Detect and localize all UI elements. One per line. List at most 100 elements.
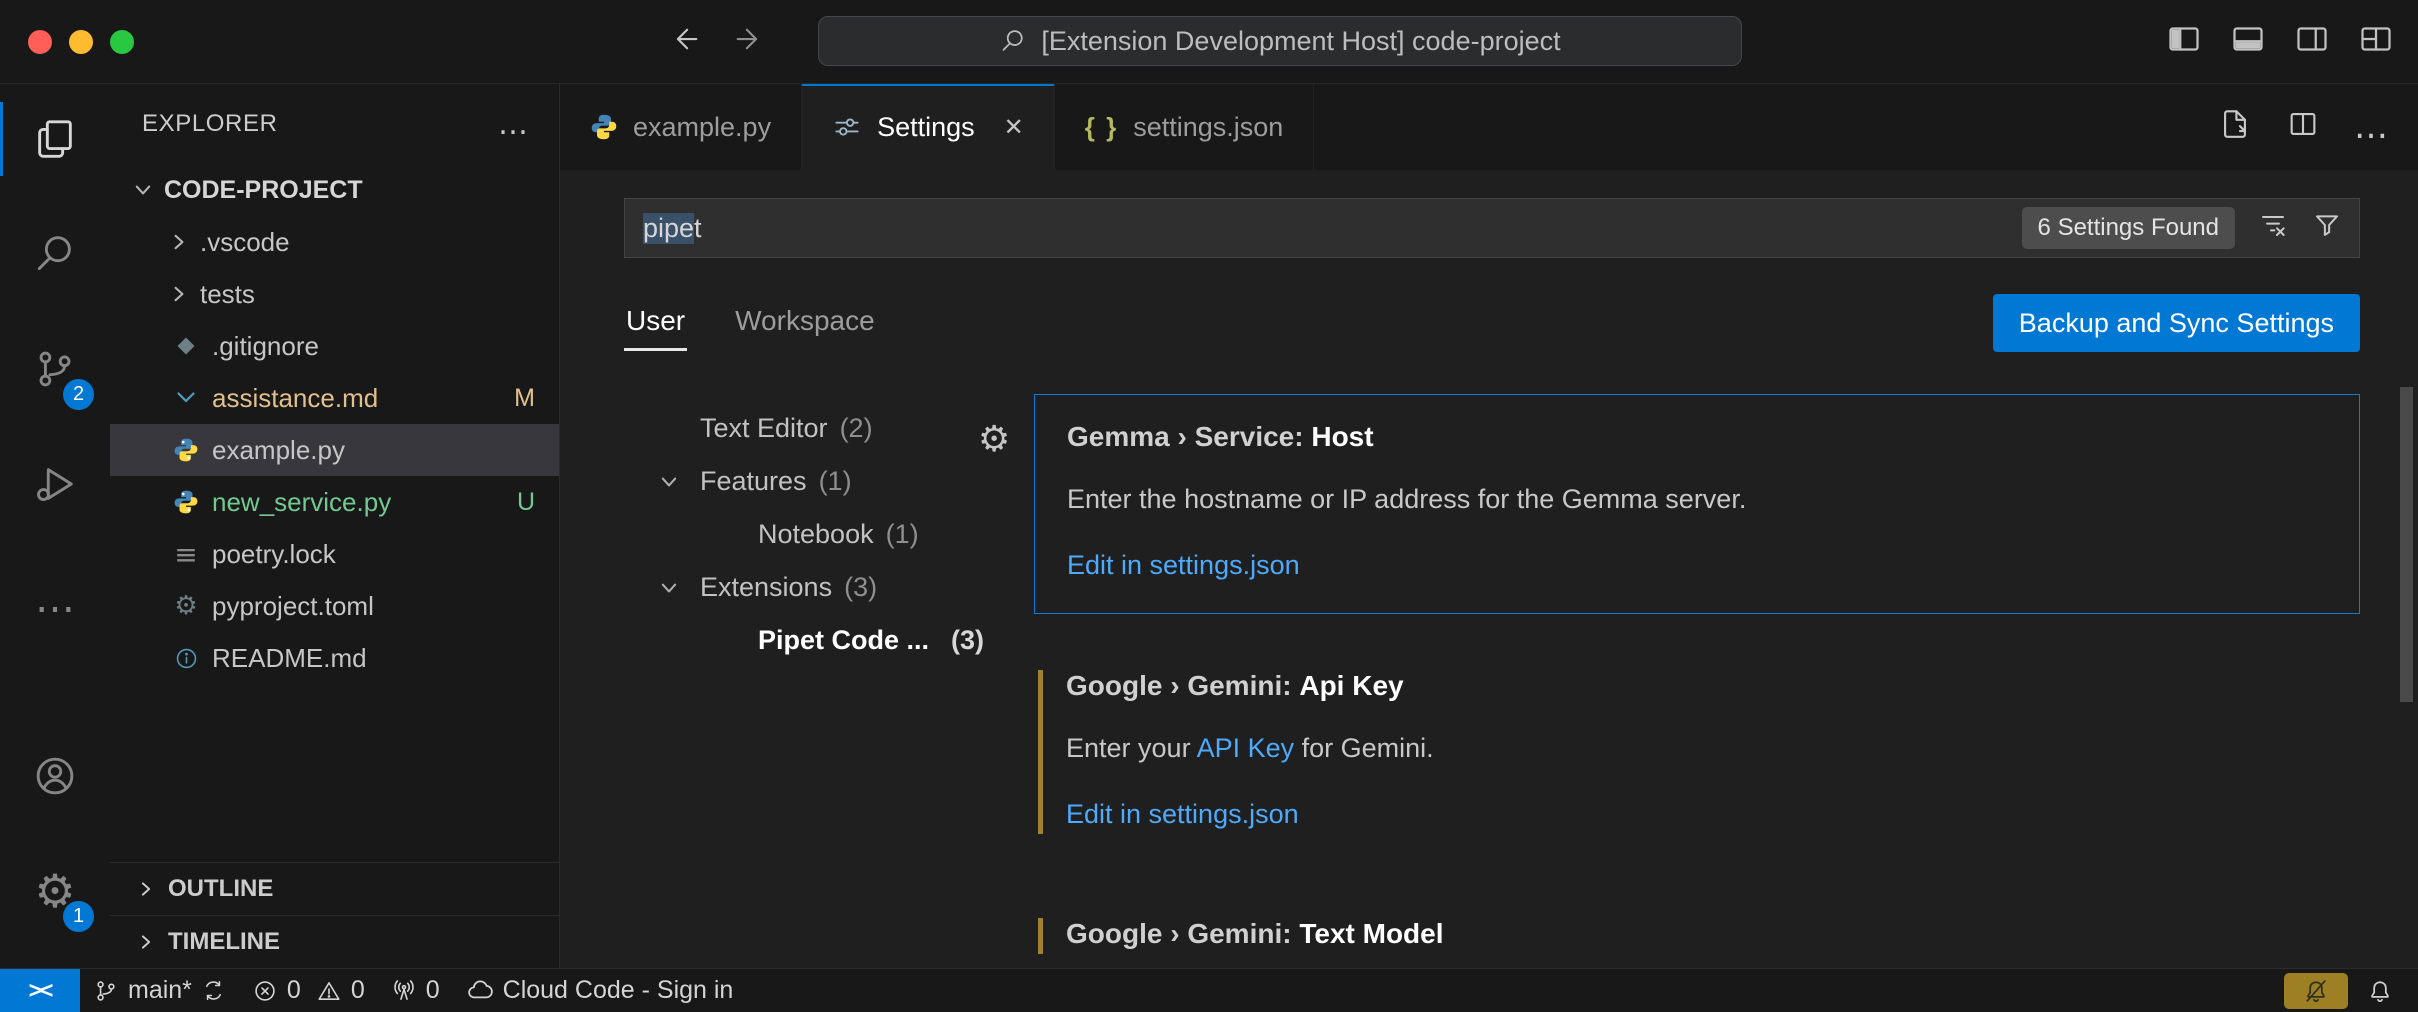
tree-item-poetry-lock[interactable]: ≡ poetry.lock xyxy=(110,528,559,580)
chevron-down-icon xyxy=(658,577,680,599)
command-center[interactable]: [Extension Development Host] code-projec… xyxy=(818,16,1742,66)
tab-example-py[interactable]: example.py xyxy=(560,84,802,170)
chevron-right-icon xyxy=(168,231,190,253)
tab-settings-json[interactable]: { } settings.json xyxy=(1055,84,1315,170)
git-diamond-icon xyxy=(174,334,198,358)
toc-label: Extensions xyxy=(700,572,832,603)
git-file-icon xyxy=(172,334,200,358)
config-gear-icon: ⚙ xyxy=(172,591,200,621)
edit-in-settings-json-link[interactable]: Edit in settings.json xyxy=(1067,550,1300,580)
filter-button[interactable] xyxy=(2311,209,2343,248)
settings-scope-tabs: User Workspace Backup and Sync Settings xyxy=(624,292,2360,354)
edit-in-settings-json-link[interactable]: Edit in settings.json xyxy=(1066,799,1299,829)
tree-item-assistance-md[interactable]: assistance.md M xyxy=(110,372,559,424)
timeline-section-header[interactable]: TIMELINE xyxy=(110,915,559,968)
setting-link-row: Edit in settings.json xyxy=(1066,796,2328,832)
toc-label: Features xyxy=(700,466,807,497)
tree-item-new-service-py[interactable]: new_service.py U xyxy=(110,476,559,528)
ports-button[interactable]: 0 xyxy=(378,969,453,1012)
api-key-link[interactable]: API Key xyxy=(1197,733,1295,763)
toggle-secondary-sidebar-button[interactable] xyxy=(2294,21,2330,64)
tree-item-label: CODE-PROJECT xyxy=(164,176,363,205)
error-icon xyxy=(252,978,278,1004)
errors-count: 0 xyxy=(287,976,301,1005)
activity-bar-item-accounts[interactable] xyxy=(0,721,110,831)
zoom-window-button[interactable] xyxy=(110,30,134,54)
tree-item-vscode[interactable]: .vscode xyxy=(110,216,559,268)
backup-sync-settings-button[interactable]: Backup and Sync Settings xyxy=(1993,294,2360,352)
activity-bar-item-more[interactable]: … xyxy=(0,544,110,654)
toc-item-notebook[interactable]: Notebook (1) xyxy=(624,508,1024,561)
editor-actions: … xyxy=(2218,84,2418,170)
toc-count: (1) xyxy=(819,466,852,497)
git-status-badge: M xyxy=(514,384,535,413)
branch-label: main* xyxy=(128,976,192,1005)
run-debug-icon xyxy=(32,461,78,507)
toc-item-extensions[interactable]: Extensions (3) xyxy=(624,561,1024,614)
toc-item-features[interactable]: Features (1) xyxy=(624,455,1024,508)
close-tab-icon[interactable]: ✕ xyxy=(1004,113,1024,141)
tree-item-gitignore[interactable]: .gitignore xyxy=(110,320,559,372)
setting-item-gemini-text-model[interactable]: Google › Gemini: Text Model xyxy=(1034,892,2360,968)
tree-item-example-py[interactable]: example.py xyxy=(110,424,559,476)
setting-item-gemma-service-host[interactable]: Gemma › Service: Host Enter the hostname… xyxy=(1034,394,2360,614)
timeline-section-label: TIMELINE xyxy=(168,928,280,956)
problems-button[interactable]: 0 0 xyxy=(239,969,378,1012)
tree-item-label: assistance.md xyxy=(212,383,378,414)
scope-tab-workspace[interactable]: Workspace xyxy=(733,295,877,351)
tab-label: example.py xyxy=(633,112,771,143)
explorer-actions-button[interactable]: … xyxy=(498,107,529,142)
description-text: Enter your xyxy=(1066,733,1197,763)
more-views-icon: … xyxy=(35,591,75,607)
scope-tab-user[interactable]: User xyxy=(624,295,687,351)
arrow-left-icon xyxy=(668,22,702,56)
bell-icon xyxy=(2366,977,2394,1005)
back-button[interactable] xyxy=(668,22,702,63)
split-editor-button[interactable] xyxy=(2286,107,2320,148)
tab-settings[interactable]: Settings ✕ xyxy=(802,84,1055,170)
customize-layout-button[interactable] xyxy=(2358,21,2394,64)
json-braces-icon: { } xyxy=(1085,112,1118,143)
notifications-bell-button[interactable] xyxy=(2366,977,2394,1005)
tree-item-pyproject-toml[interactable]: ⚙ pyproject.toml xyxy=(110,580,559,632)
scrollbar-thumb[interactable] xyxy=(2400,387,2413,702)
toggle-panel-button[interactable] xyxy=(2230,21,2266,64)
cloud-code-button[interactable]: Cloud Code - Sign in xyxy=(453,969,747,1012)
setting-edit-gear-button[interactable]: ⚙ xyxy=(978,422,1010,458)
minimize-window-button[interactable] xyxy=(69,30,93,54)
open-json-file-icon xyxy=(2218,107,2252,141)
more-actions-button[interactable]: … xyxy=(2354,119,2388,136)
description-text: for Gemini. xyxy=(1294,733,1434,763)
tree-item-root[interactable]: CODE-PROJECT xyxy=(110,164,559,216)
activity-bar-item-explorer[interactable] xyxy=(0,84,110,194)
toc-count: (3) xyxy=(951,625,984,656)
activity-bar-item-search[interactable] xyxy=(0,199,110,309)
settings-badge: 1 xyxy=(63,901,94,932)
remote-indicator-button[interactable]: >< xyxy=(0,969,80,1012)
activity-bar-item-run-debug[interactable] xyxy=(0,429,110,539)
tree-item-tests[interactable]: tests xyxy=(110,268,559,320)
branch-button[interactable]: main* xyxy=(80,969,239,1012)
activity-bar-item-settings[interactable]: ⚙ 1 xyxy=(0,836,110,946)
toc-item-pipet-code[interactable]: Pipet Code ... (3) xyxy=(624,614,1024,667)
filter-funnel-icon xyxy=(2311,209,2343,241)
setting-item-gemini-api-key[interactable]: Google › Gemini: Api Key Enter your API … xyxy=(1034,644,2360,862)
tree-item-label: new_service.py xyxy=(212,487,391,518)
toc-item-text-editor[interactable]: Text Editor (2) xyxy=(624,402,1024,455)
forward-button[interactable] xyxy=(732,22,766,63)
open-settings-json-button[interactable] xyxy=(2218,107,2252,148)
settings-list: ⚙ Gemma › Service: Host Enter the hostna… xyxy=(1024,394,2360,968)
tree-item-readme-md[interactable]: README.md xyxy=(110,632,559,684)
close-window-button[interactable] xyxy=(28,30,52,54)
toggle-primary-sidebar-button[interactable] xyxy=(2166,21,2202,64)
source-control-badge: 2 xyxy=(63,379,94,410)
activity-bar-item-source-control[interactable]: 2 xyxy=(0,314,110,424)
outline-section-header[interactable]: OUTLINE xyxy=(110,862,559,915)
vscode-window: [Extension Development Host] code-projec… xyxy=(0,0,2418,1012)
toc-count: (2) xyxy=(840,413,873,444)
warnings-count: 0 xyxy=(351,976,365,1005)
do-not-disturb-button[interactable] xyxy=(2284,973,2348,1009)
settings-search-input[interactable]: pipet 6 Settings Found xyxy=(624,198,2360,258)
settings-editor: pipet 6 Settings Found User Workspace xyxy=(560,170,2418,968)
clear-search-filters-button[interactable] xyxy=(2257,209,2289,248)
